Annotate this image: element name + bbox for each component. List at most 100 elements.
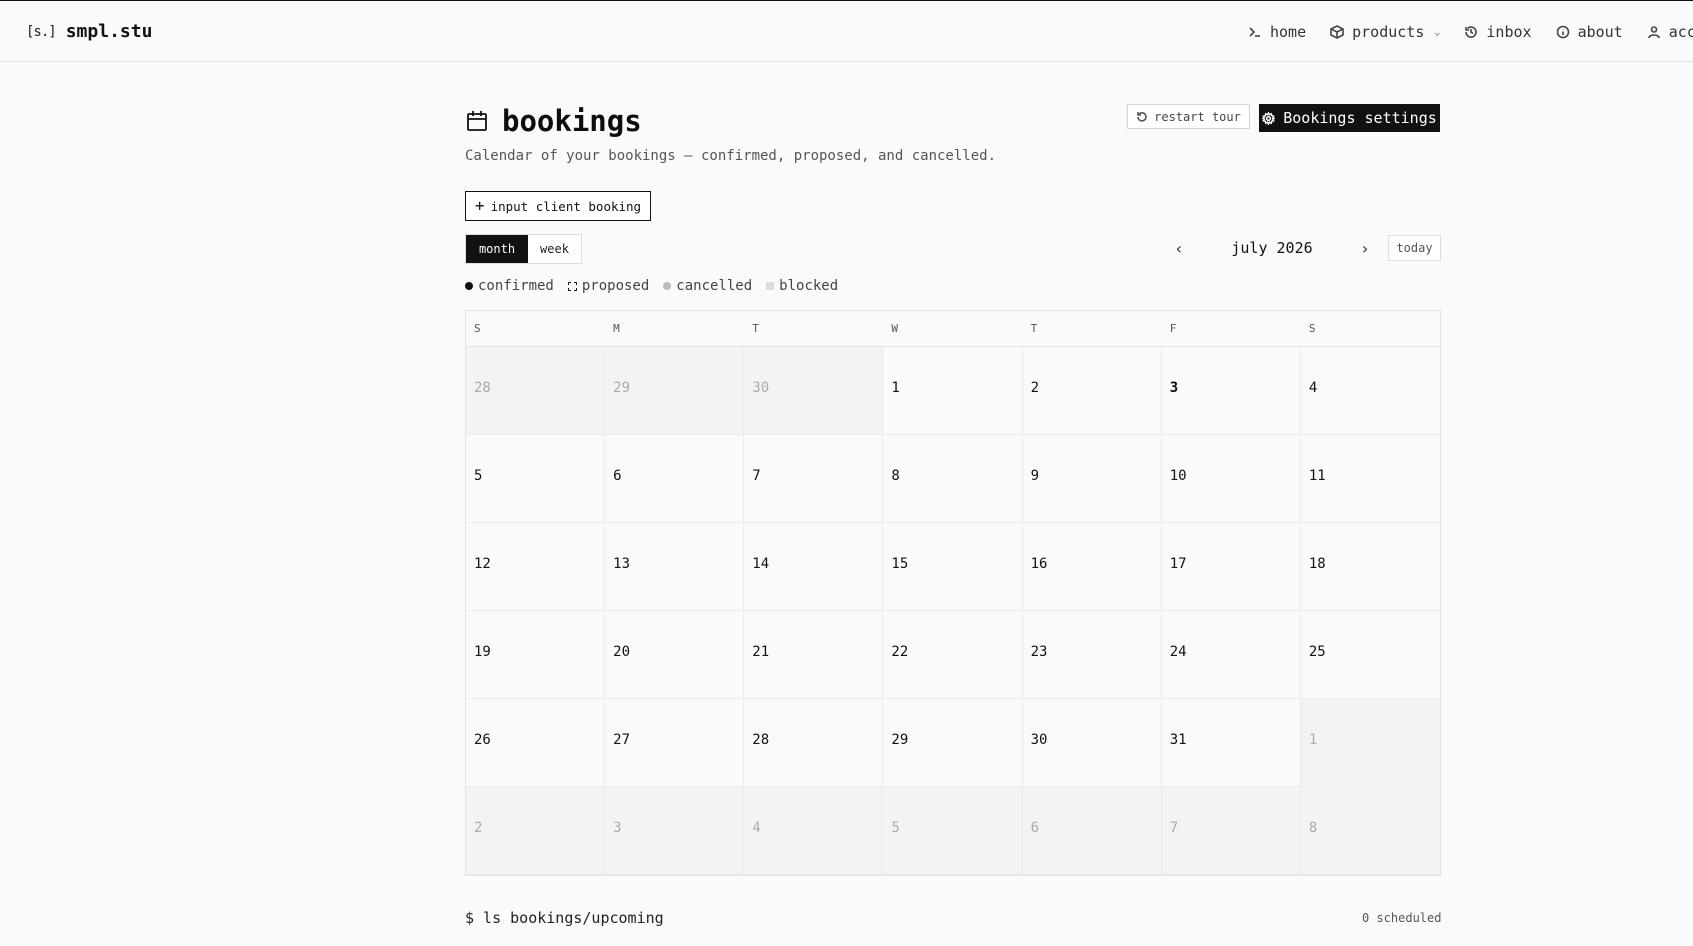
calendar-day-cell[interactable]: 17 [1161,523,1301,611]
brand-logo[interactable]: [s.] smpl.stu [26,21,152,42]
legend-confirmed: confirmed [465,278,554,294]
weekday-header: S M T W T F S [466,311,1440,347]
next-month-button[interactable]: › [1356,239,1374,258]
calendar-day-cell[interactable]: 31 [1161,699,1301,787]
plus-icon: + [474,196,485,215]
brand-mark: [s.] [26,23,57,40]
calendar-day-cell[interactable]: 2 [466,787,606,875]
day-number: 23 [1030,644,1048,660]
calendar-day-cell[interactable]: 2 [1022,347,1162,435]
day-number: 10 [1169,468,1187,484]
calendar-day-cell[interactable]: 12 [466,523,606,611]
calendar-day-cell[interactable]: 5 [883,787,1023,875]
day-number: 28 [752,732,770,748]
nav-item-inbox[interactable]: inbox [1464,23,1532,41]
legend-label: confirmed [478,278,554,294]
calendar-day-cell[interactable]: 9 [1022,435,1162,523]
calendar-day-cell[interactable]: 25 [1300,611,1440,699]
calendar-day-cell[interactable]: 19 [466,611,606,699]
nav-item-account[interactable]: acco [1647,23,1693,41]
view-toggle: month week [465,234,582,264]
legend-cancelled: cancelled [663,278,752,294]
calendar-day-cell[interactable]: 23 [1022,611,1162,699]
today-button[interactable]: today [1388,235,1441,261]
calendar-day-cell[interactable]: 3 [605,787,745,875]
calendar-grid: 28 29 30 1 2 3 4 5 6 7 8 9 10 11 12 13 14 15 16 17 18 19 20 21 2… [466,347,1440,875]
cancelled-dot-icon [663,282,672,290]
calendar-day-cell[interactable]: 7 [1161,787,1301,875]
day-number: 15 [891,556,909,572]
gear-icon [1262,111,1276,125]
calendar-day-cell[interactable]: 13 [605,523,745,611]
calendar-day-cell[interactable]: 21 [744,611,884,699]
weekday-label: W [891,322,899,335]
day-number: 6 [613,468,622,484]
day-number: 5 [891,820,900,836]
day-number: 25 [1308,644,1326,660]
nav-item-label: home [1270,23,1307,41]
calendar-day-cell[interactable]: 18 [1300,523,1440,611]
calendar-day-cell[interactable]: 20 [605,611,745,699]
calendar-day-cell[interactable]: 10 [1161,435,1301,523]
day-number: 8 [891,468,900,484]
nav-item-products[interactable]: products ⌄ [1330,23,1440,41]
terminal-icon [1249,27,1260,37]
calendar-day-cell[interactable]: 24 [1161,611,1301,699]
calendar-day-cell[interactable]: 4 [1300,347,1440,435]
calendar-icon [467,111,487,131]
calendar-day-cell[interactable]: 6 [1022,787,1162,875]
view-month-button[interactable]: month [466,235,528,263]
user-icon [1647,26,1660,39]
day-number: 8 [1308,820,1318,836]
calendar-day-cell[interactable]: 29 [605,347,745,435]
calendar-day-cell[interactable]: 28 [744,699,884,787]
calendar-day-cell[interactable]: 1 [1300,699,1440,787]
calendar-day-cell[interactable]: 30 [1022,699,1162,787]
prev-month-button[interactable]: ‹ [1170,239,1188,258]
day-number: 30 [752,380,770,396]
calendar-day-cell[interactable]: 26 [466,699,606,787]
current-month-label: july 2026 [1231,239,1313,257]
day-number: 6 [1030,820,1039,836]
scheduled-count: 0 scheduled [1362,911,1442,925]
calendar-day-cell[interactable]: 27 [605,699,745,787]
calendar-day-cell[interactable]: 7 [744,435,884,523]
calendar-day-cell[interactable]: 22 [883,611,1023,699]
calendar-day-cell[interactable]: 30 [744,347,884,435]
month-navigator: ‹ july 2026 › [1170,234,1374,262]
restart-tour-label: restart tour [1154,109,1241,124]
calendar-day-cell[interactable]: 6 [605,435,745,523]
weekday-label: F [1169,322,1177,335]
calendar-day-cell[interactable]: 28 [466,347,606,435]
day-number: 19 [474,644,491,660]
day-number: 4 [1308,380,1318,396]
nav-item-home[interactable]: home [1248,23,1306,41]
input-client-booking-button[interactable]: + input client booking [465,191,651,221]
day-number: 30 [1030,732,1048,748]
calendar-day-cell[interactable]: 5 [466,435,606,523]
calendar-day-cell[interactable]: 16 [1022,523,1162,611]
calendar-day-cell[interactable]: 3 [1161,347,1301,435]
legend-label: cancelled [676,278,753,294]
calendar-day-cell[interactable]: 14 [744,523,884,611]
top-nav-bar: [s.] smpl.stu home products ⌄ inbox abou… [0,1,1693,62]
calendar-day-cell[interactable]: 11 [1300,435,1440,523]
nav-item-about[interactable]: about [1556,23,1623,41]
calendar-day-cell[interactable]: 1 [883,347,1023,435]
day-number: 14 [752,556,770,572]
view-week-button[interactable]: week [528,235,581,263]
day-number: 7 [752,468,761,484]
restart-tour-button[interactable]: restart tour [1127,104,1250,129]
calendar-day-cell[interactable]: 8 [883,435,1023,523]
calendar-day-cell[interactable]: 4 [744,787,884,875]
nav-item-label: acco [1668,23,1693,41]
nav-item-label: inbox [1486,23,1532,41]
calendar-day-cell[interactable]: 15 [883,523,1023,611]
bookings-settings-button[interactable]: Bookings settings [1259,104,1440,132]
calendar-day-cell[interactable]: 29 [883,699,1023,787]
calendar-day-cell[interactable]: 8 [1300,787,1440,875]
info-icon [1556,25,1569,39]
day-number: 28 [474,380,491,396]
weekday-label: S [474,322,481,335]
day-number: 3 [1169,380,1179,396]
